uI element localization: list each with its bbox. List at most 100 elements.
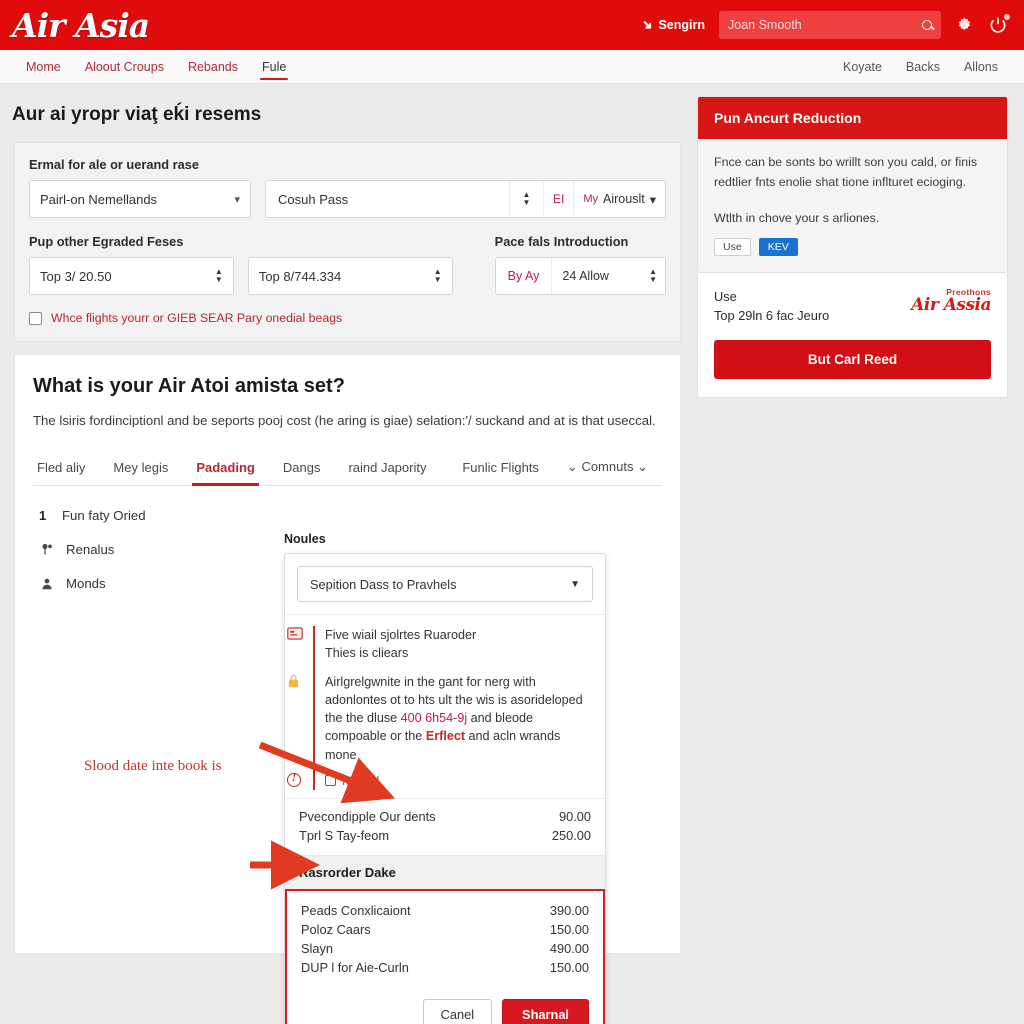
note-primary: Five wiail sjolrtes Ruaroder Thies is cl…: [287, 626, 593, 673]
buy-text: Use Top 29ln 6 fac Jeuro: [714, 287, 829, 327]
chip-use[interactable]: Use: [714, 237, 751, 256]
price-value: 390.00: [549, 902, 589, 918]
submit-button[interactable]: Sharnal: [502, 998, 589, 1024]
price-value: 250.00: [551, 827, 591, 843]
note-title-line-2: Thies is cliears: [325, 646, 409, 661]
cancel-button[interactable]: Canel: [422, 998, 493, 1024]
list-item[interactable]: Monds: [39, 576, 301, 591]
main-navigation: Mome Aloout Croups Rebands Fule Koyate B…: [0, 50, 1024, 84]
list-item[interactable]: 1 Fun faty Oried: [39, 508, 301, 523]
fare-select-2[interactable]: Top 8/744.334 ▲ ▼: [247, 257, 453, 295]
pass-value: Cosuh Pass: [278, 191, 349, 207]
detail-prices-bottom: Peads Conxlicaiont 390.00 Poloz Caars 15…: [287, 890, 603, 989]
nav-right-item-0[interactable]: Koyate: [831, 50, 894, 83]
promo-body: Fnce can be sonts bo wrillt son you cald…: [698, 139, 1007, 272]
buy-button[interactable]: But Carl Reed: [714, 340, 991, 380]
tab-3[interactable]: Dangs: [269, 454, 335, 485]
number-1-icon: 1: [39, 508, 47, 524]
flights-checkbox-row[interactable]: Whce flights yourr or GIEB SEAR Pary one…: [29, 311, 666, 325]
search-form-panel: Ermal for ale or uerand rase Pairl-on Ne…: [14, 142, 681, 342]
search-input[interactable]: Joan Smooth: [719, 11, 941, 39]
detail-prices-top: Pvecondipple Our dents 90.00 Tprl S Tay-…: [285, 797, 605, 855]
stepper-icon[interactable]: ▲ ▼: [649, 258, 665, 294]
price-value: 150.00: [549, 959, 589, 975]
intro-value-b[interactable]: 24 Allow: [551, 258, 649, 294]
content-heading: What is your Air Atoi amista set?: [33, 375, 345, 397]
tabs-right-group: Funlic Flights ⌄ Comnuts ⌄: [458, 453, 662, 485]
tab-4[interactable]: raind Japority: [334, 454, 440, 485]
signin-link[interactable]: ➜ Sengirn: [638, 15, 705, 33]
seg-code[interactable]: EI: [543, 181, 573, 217]
fare-select-1[interactable]: Top 3/ 20.50 ▲ ▼: [29, 257, 234, 295]
search-icon: [922, 20, 932, 30]
sidebar-column: Pun Ancurt Reduction Fnce can be sonts b…: [695, 84, 1024, 399]
detail-select[interactable]: Sepition Dass to Pravhels ▼: [297, 566, 593, 602]
gear-icon[interactable]: [955, 16, 974, 35]
nav-right-group: Koyate Backs Allons: [831, 50, 1010, 83]
buy-card: Use Top 29ln 6 fac Jeuro Preothons Air A…: [697, 272, 1008, 399]
intro-value-a[interactable]: By Ay: [496, 258, 552, 294]
note-title-line-1: Five wiail sjolrtes Ruaroder: [325, 628, 477, 642]
nav-right-item-1[interactable]: Backs: [894, 50, 952, 83]
chevron-down-icon: ⌄: [566, 459, 578, 475]
nav-item-0[interactable]: Mome: [14, 50, 73, 83]
side-item-label: Fun faty Oried: [62, 508, 146, 524]
airline-label: Airouslt: [603, 192, 645, 206]
flights-checkbox[interactable]: [29, 311, 42, 325]
price-value: 150.00: [549, 921, 589, 937]
detail-select-value: Sepition Dass to Pravhels: [310, 576, 457, 592]
price-value: 90.00: [558, 808, 591, 824]
highlighted-price-section: Peads Conxlicaiont 390.00 Poloz Caars 15…: [285, 888, 605, 1024]
annotation-note-1: Slood date inte book is: [84, 758, 222, 774]
nav-right-item-2[interactable]: Allons: [952, 50, 1010, 83]
side-list: 1 Fun faty Oried Renalus Monds: [33, 508, 301, 610]
list-item[interactable]: Renalus: [39, 542, 301, 557]
tab-1[interactable]: Mey legis: [99, 454, 182, 485]
side-item-label: Renalus: [66, 542, 115, 558]
tab-comnuts[interactable]: ⌄ Comnuts ⌄: [553, 453, 662, 485]
price-label: Peads Conxlicaiont: [301, 902, 411, 918]
note-body-red: 400 6h54-9j: [400, 711, 468, 725]
pass-stepper[interactable]: ▲ ▼: [509, 181, 543, 217]
nav-left-group: Mome Aloout Croups Rebands Fule: [14, 50, 298, 83]
intro-combo[interactable]: By Ay 24 Allow ▲ ▼: [494, 257, 666, 295]
tab-comnuts-label: Comnuts: [581, 459, 634, 475]
tab-2[interactable]: Padading: [182, 454, 269, 487]
origin-select[interactable]: Pairl-on Nemellands ▾: [29, 180, 251, 218]
origin-select-value: Pairl-on Nemellands: [40, 191, 158, 207]
airline-select[interactable]: My Airouslt ▾: [573, 181, 665, 217]
price-label: Slayn: [301, 940, 334, 956]
price-label: Tprl S Tay-feom: [299, 827, 390, 843]
chevron-down-icon: ▾: [649, 192, 656, 207]
nav-item-1[interactable]: Aloout Croups: [73, 50, 176, 83]
table-row: DUP l for Aie-Curln 150.00: [287, 958, 603, 977]
note-body-highlight: Erflect: [425, 729, 466, 744]
stepper-icon: ▲ ▼: [214, 267, 223, 284]
nav-item-3[interactable]: Fule: [250, 50, 298, 83]
fares-group-2: . Top 8/744.334 ▲▼: [247, 234, 453, 295]
chip-kev[interactable]: KEV: [758, 237, 798, 256]
table-row: Slayn 490.00: [287, 939, 603, 958]
promo-card: Pun Ancurt Reduction Fnce can be sonts b…: [697, 96, 1008, 273]
price-value: 490.00: [549, 940, 589, 956]
tab-public-flights[interactable]: Funlic Flights: [458, 454, 553, 485]
price-label: Poloz Caars: [301, 921, 371, 937]
nav-item-2[interactable]: Rebands: [176, 50, 250, 83]
origin-field-label: Ermal for ale or uerand rase: [29, 157, 199, 172]
header-actions: ➜ Sengirn Joan Smooth: [638, 11, 1024, 39]
intro-group: Pace fals Introduction By Ay 24 Allow ▲ ▼: [494, 234, 666, 295]
power-icon[interactable]: [988, 14, 1010, 35]
intro-label: Pace fals Introduction: [494, 234, 629, 249]
promo-text-2: Wtlth in chove your s arliones.: [714, 210, 880, 225]
buy-line-2: Top 29ln 6 fac Jeuro: [714, 308, 830, 324]
annotation-arrow-1: [258, 741, 396, 804]
buy-top: Use Top 29ln 6 fac Jeuro Preothons Air A…: [714, 287, 991, 327]
form-row-1: Pairl-on Nemellands ▾ Cosuh Pass ▲ ▼ EI …: [29, 180, 666, 218]
tab-0[interactable]: Fled aliy: [33, 454, 99, 485]
app-root: Air Asia ➜ Sengirn Joan Smooth Mome Aloo…: [0, 0, 1024, 1024]
search-value: Joan Smooth: [728, 18, 802, 32]
side-item-label: Monds: [66, 576, 106, 592]
lock-icon: [287, 674, 303, 688]
content-paragraph: The lsiris fordinciptionl and be seports…: [33, 413, 656, 428]
pass-combo[interactable]: Cosuh Pass ▲ ▼ EI My Airouslt ▾: [265, 180, 666, 218]
